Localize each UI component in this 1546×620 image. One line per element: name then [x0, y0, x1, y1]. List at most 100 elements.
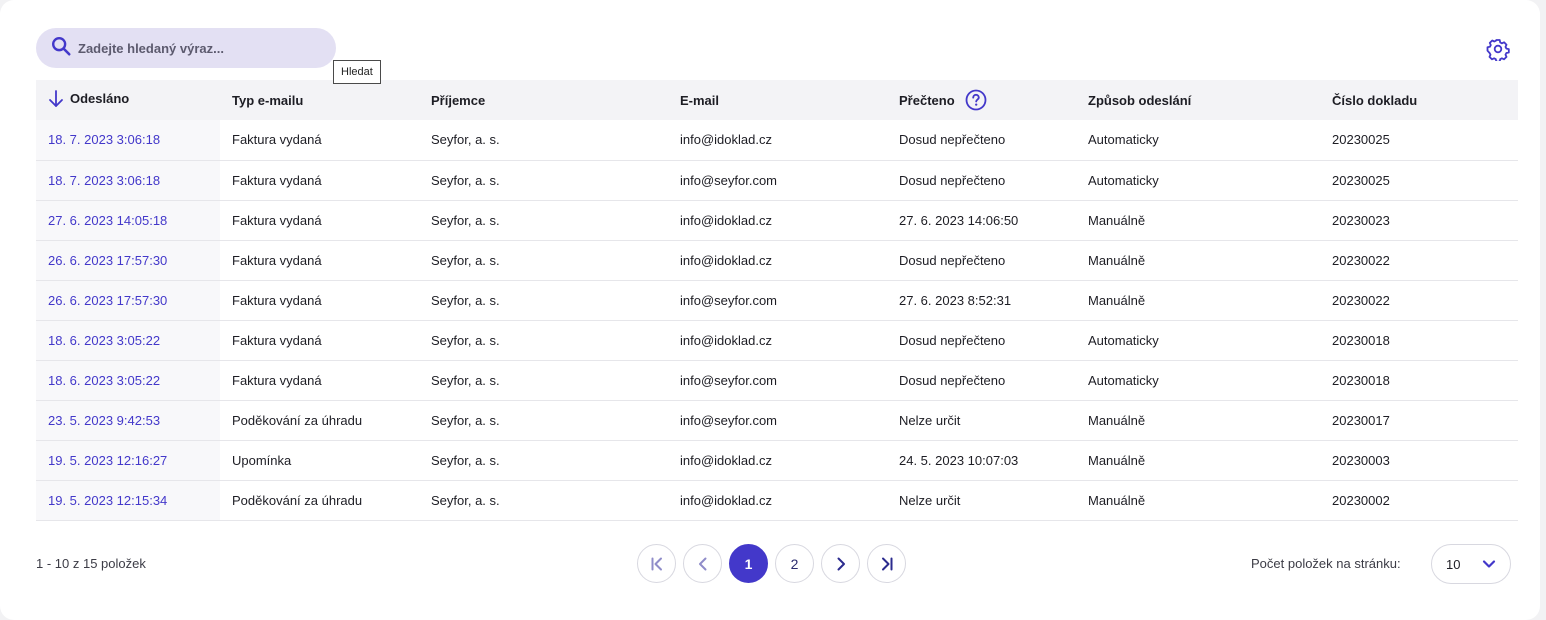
cell-sent[interactable]: 18. 6. 2023 3:05:22: [36, 360, 220, 400]
sort-arrow-down-icon[interactable]: [48, 89, 64, 108]
cell-recipient: Seyfor, a. s.: [431, 412, 500, 428]
column-header-email[interactable]: E-mail: [668, 80, 887, 120]
cell-email: info@seyfor.com: [680, 412, 778, 428]
table-row[interactable]: 18. 7. 2023 3:06:18 Faktura vydaná Seyfo…: [36, 160, 1518, 200]
cell-sent[interactable]: 18. 7. 2023 3:06:18: [36, 160, 220, 200]
column-header-document-number[interactable]: Číslo dokladu: [1320, 80, 1518, 120]
last-page-icon: [881, 557, 892, 570]
cell-email: info@idoklad.cz: [680, 332, 772, 348]
per-page-label: Počet položek na stránku:: [1251, 556, 1401, 571]
last-page-button[interactable]: [867, 544, 906, 583]
cell-sent[interactable]: 26. 6. 2023 17:57:30: [36, 240, 220, 280]
cell-recipient: Seyfor, a. s.: [431, 252, 500, 268]
cell-email: info@seyfor.com: [680, 172, 778, 188]
cell-sent[interactable]: 23. 5. 2023 9:42:53: [36, 400, 220, 440]
cell-send-method: Manuálně: [1088, 492, 1146, 508]
next-page-button[interactable]: [821, 544, 860, 583]
cell-send-method: Automaticky: [1088, 332, 1159, 348]
table-row[interactable]: 18. 7. 2023 3:06:18 Faktura vydaná Seyfo…: [36, 120, 1518, 160]
cell-read: 24. 5. 2023 10:07:03: [899, 452, 1019, 468]
table-row[interactable]: 19. 5. 2023 12:16:27 Upomínka Seyfor, a.…: [36, 440, 1518, 480]
cell-read: Dosud nepřečteno: [899, 252, 1006, 268]
cell-email-type: Faktura vydaná: [232, 332, 322, 348]
cell-email: info@idoklad.cz: [680, 132, 772, 148]
cell-email-type: Faktura vydaná: [232, 292, 322, 308]
first-page-icon: [651, 557, 662, 570]
pagination: 1 2: [637, 544, 906, 583]
cell-read: 27. 6. 2023 14:06:50: [899, 212, 1019, 228]
cell-recipient: Seyfor, a. s.: [431, 172, 500, 188]
cell-email-type: Faktura vydaná: [232, 132, 322, 148]
item-count: 1 - 10 z 15 položek: [36, 556, 146, 571]
cell-sent[interactable]: 19. 5. 2023 12:15:34: [36, 480, 220, 520]
search-input[interactable]: [78, 40, 318, 56]
cell-send-method: Manuálně: [1088, 252, 1146, 268]
column-header-label: Přečteno: [899, 92, 955, 108]
cell-read: Dosud nepřečteno: [899, 332, 1006, 348]
cell-send-method: Automaticky: [1088, 372, 1159, 388]
cell-email-type: Faktura vydaná: [232, 252, 322, 268]
cell-sent[interactable]: 18. 6. 2023 3:05:22: [36, 320, 220, 360]
email-log-table: Odesláno Typ e-mailu Příjemce E-mail Pře…: [36, 80, 1518, 521]
cell-recipient: Seyfor, a. s.: [431, 332, 500, 348]
prev-page-icon: [698, 557, 706, 570]
cell-document-number: 20230002: [1332, 492, 1390, 508]
cell-email-type: Faktura vydaná: [232, 172, 322, 188]
table-row[interactable]: 26. 6. 2023 17:57:30 Faktura vydaná Seyf…: [36, 280, 1518, 320]
cell-read: Nelze určit: [899, 492, 961, 508]
table-row[interactable]: 18. 6. 2023 3:05:22 Faktura vydaná Seyfo…: [36, 320, 1518, 360]
cell-document-number: 20230022: [1332, 252, 1390, 268]
settings-gear-icon[interactable]: [1486, 37, 1510, 63]
search-bar[interactable]: [36, 28, 336, 68]
chevron-down-icon: [1482, 560, 1496, 568]
help-question-icon[interactable]: [965, 89, 987, 111]
cell-read: Dosud nepřečteno: [899, 132, 1006, 148]
cell-read: Dosud nepřečteno: [899, 372, 1006, 388]
cell-sent[interactable]: 26. 6. 2023 17:57:30: [36, 280, 220, 320]
table-row[interactable]: 23. 5. 2023 9:42:53 Poděkování za úhradu…: [36, 400, 1518, 440]
cell-document-number: 20230018: [1332, 372, 1390, 388]
page-button-1[interactable]: 1: [729, 544, 768, 583]
cell-recipient: Seyfor, a. s.: [431, 292, 500, 308]
cell-email: info@idoklad.cz: [680, 492, 772, 508]
table-row[interactable]: 18. 6. 2023 3:05:22 Faktura vydaná Seyfo…: [36, 360, 1518, 400]
cell-email: info@idoklad.cz: [680, 252, 772, 268]
search-icon[interactable]: [50, 35, 72, 62]
cell-document-number: 20230025: [1332, 132, 1390, 148]
column-header-label: Odesláno: [70, 91, 130, 106]
cell-read: 27. 6. 2023 8:52:31: [899, 292, 1012, 308]
cell-document-number: 20230022: [1332, 292, 1390, 308]
cell-email: info@idoklad.cz: [680, 452, 772, 468]
cell-send-method: Manuálně: [1088, 212, 1146, 228]
column-header-send-method[interactable]: Způsob odeslání: [1076, 80, 1320, 120]
cell-document-number: 20230018: [1332, 332, 1390, 348]
search-tooltip: Hledat: [333, 60, 381, 84]
cell-sent[interactable]: 19. 5. 2023 12:16:27: [36, 440, 220, 480]
page-button-2[interactable]: 2: [775, 544, 814, 583]
next-page-icon: [837, 557, 845, 570]
cell-email-type: Faktura vydaná: [232, 212, 322, 228]
table-row[interactable]: 19. 5. 2023 12:15:34 Poděkování za úhrad…: [36, 480, 1518, 520]
cell-send-method: Manuálně: [1088, 292, 1146, 308]
cell-read: Dosud nepřečteno: [899, 172, 1006, 188]
cell-send-method: Automaticky: [1088, 132, 1159, 148]
cell-sent[interactable]: 27. 6. 2023 14:05:18: [36, 200, 220, 240]
column-header-read[interactable]: Přečteno: [887, 80, 1076, 120]
table-header-row: Odesláno Typ e-mailu Příjemce E-mail Pře…: [36, 80, 1518, 120]
cell-email: info@seyfor.com: [680, 292, 778, 308]
cell-document-number: 20230025: [1332, 172, 1390, 188]
per-page-select[interactable]: 10: [1431, 544, 1511, 584]
cell-recipient: Seyfor, a. s.: [431, 452, 500, 468]
column-header-email-type[interactable]: Typ e-mailu: [220, 80, 419, 120]
prev-page-button[interactable]: [683, 544, 722, 583]
cell-email: info@idoklad.cz: [680, 212, 772, 228]
column-header-recipient[interactable]: Příjemce: [419, 80, 668, 120]
first-page-button[interactable]: [637, 544, 676, 583]
cell-recipient: Seyfor, a. s.: [431, 132, 500, 148]
main-panel: Hledat Odesláno Typ e-mailu Příjemce E-m…: [0, 0, 1540, 620]
table-row[interactable]: 27. 6. 2023 14:05:18 Faktura vydaná Seyf…: [36, 200, 1518, 240]
table-row[interactable]: 26. 6. 2023 17:57:30 Faktura vydaná Seyf…: [36, 240, 1518, 280]
cell-sent[interactable]: 18. 7. 2023 3:06:18: [36, 120, 220, 160]
column-header-sent[interactable]: Odesláno: [36, 80, 220, 120]
cell-document-number: 20230023: [1332, 212, 1390, 228]
